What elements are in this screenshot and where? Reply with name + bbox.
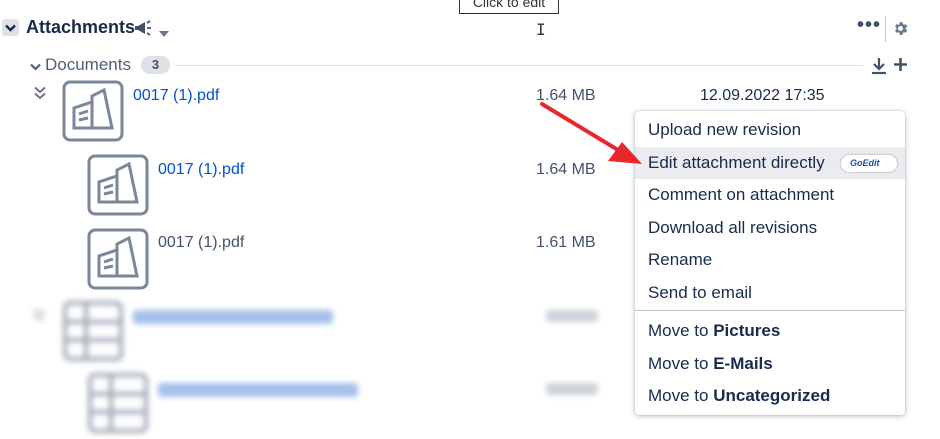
pdf-file-icon[interactable] bbox=[87, 228, 149, 290]
group-collapse-icon[interactable] bbox=[30, 58, 41, 76]
pdf-file-icon[interactable] bbox=[87, 154, 149, 216]
count-badge: 3 bbox=[141, 56, 170, 74]
menu-item-label: Upload new revision bbox=[648, 120, 802, 139]
annotation-arrow-icon bbox=[538, 100, 648, 175]
goedit-logo-icon: GoEdit bbox=[841, 155, 897, 172]
click-to-edit-tooltip: Click to edit bbox=[459, 0, 559, 14]
menu-divider bbox=[635, 310, 905, 311]
gear-icon[interactable] bbox=[892, 20, 909, 42]
megaphone-icon[interactable] bbox=[133, 19, 153, 42]
group-label: Documents bbox=[45, 55, 131, 74]
download-icon[interactable] bbox=[871, 57, 887, 80]
move-target: E-Mails bbox=[713, 354, 773, 373]
file-date: 12.09.2022 17:35 bbox=[700, 87, 825, 104]
header-divider bbox=[885, 16, 886, 42]
file-name-link[interactable]: 0017 (1).pdf bbox=[158, 161, 244, 179]
comment-on-attachment-item[interactable]: Comment on attachment bbox=[635, 179, 905, 211]
blurred-file-name bbox=[133, 310, 333, 324]
expand-revisions-icon[interactable] bbox=[34, 86, 46, 105]
attachment-context-menu: Upload new revision Edit attachment dire… bbox=[635, 111, 905, 415]
move-to-emails-item[interactable]: Move to E-Mails bbox=[635, 348, 905, 380]
move-to-uncategorized-item[interactable]: Move to Uncategorized bbox=[635, 380, 905, 412]
page-title: Attachments bbox=[26, 17, 136, 37]
rename-item[interactable]: Rename bbox=[635, 244, 905, 276]
spreadsheet-file-icon bbox=[62, 300, 124, 367]
blurred-caret bbox=[33, 308, 45, 327]
file-name-link[interactable]: 0017 (1).pdf bbox=[133, 87, 219, 105]
title-dropdown-icon[interactable] bbox=[159, 24, 169, 42]
add-attachment-icon[interactable] bbox=[893, 57, 908, 77]
blurred-file-size bbox=[546, 310, 598, 322]
spreadsheet-file-icon bbox=[87, 372, 149, 439]
move-prefix: Move to bbox=[648, 354, 714, 373]
menu-item-label: Send to email bbox=[648, 283, 752, 302]
more-actions-button[interactable]: ••• bbox=[857, 14, 881, 37]
file-size: 1.61 MB bbox=[536, 234, 596, 251]
file-name-text[interactable]: 0017 (1).pdf bbox=[158, 234, 244, 252]
blurred-file-name bbox=[158, 383, 358, 397]
collapse-attachments-button[interactable] bbox=[2, 19, 19, 36]
group-divider bbox=[175, 65, 863, 66]
menu-item-label: Download all revisions bbox=[648, 218, 818, 237]
menu-item-label: Edit attachment directly bbox=[648, 153, 825, 172]
send-to-email-item[interactable]: Send to email bbox=[635, 277, 905, 309]
move-target: Uncategorized bbox=[713, 386, 831, 405]
menu-item-label: Comment on attachment bbox=[648, 185, 835, 204]
menu-item-label: Rename bbox=[648, 250, 713, 269]
download-all-revisions-item[interactable]: Download all revisions bbox=[635, 212, 905, 244]
chevron-down-icon bbox=[5, 24, 16, 32]
move-to-pictures-item[interactable]: Move to Pictures bbox=[635, 315, 905, 347]
edit-attachment-directly-item[interactable]: Edit attachment directly GoEdit bbox=[635, 147, 905, 179]
move-target: Pictures bbox=[713, 321, 781, 340]
move-prefix: Move to bbox=[648, 321, 714, 340]
upload-new-revision-item[interactable]: Upload new revision bbox=[635, 114, 905, 146]
move-prefix: Move to bbox=[648, 386, 714, 405]
text-cursor-icon: I bbox=[536, 20, 546, 39]
pdf-file-icon[interactable] bbox=[62, 80, 124, 142]
blurred-file-size bbox=[546, 383, 598, 395]
